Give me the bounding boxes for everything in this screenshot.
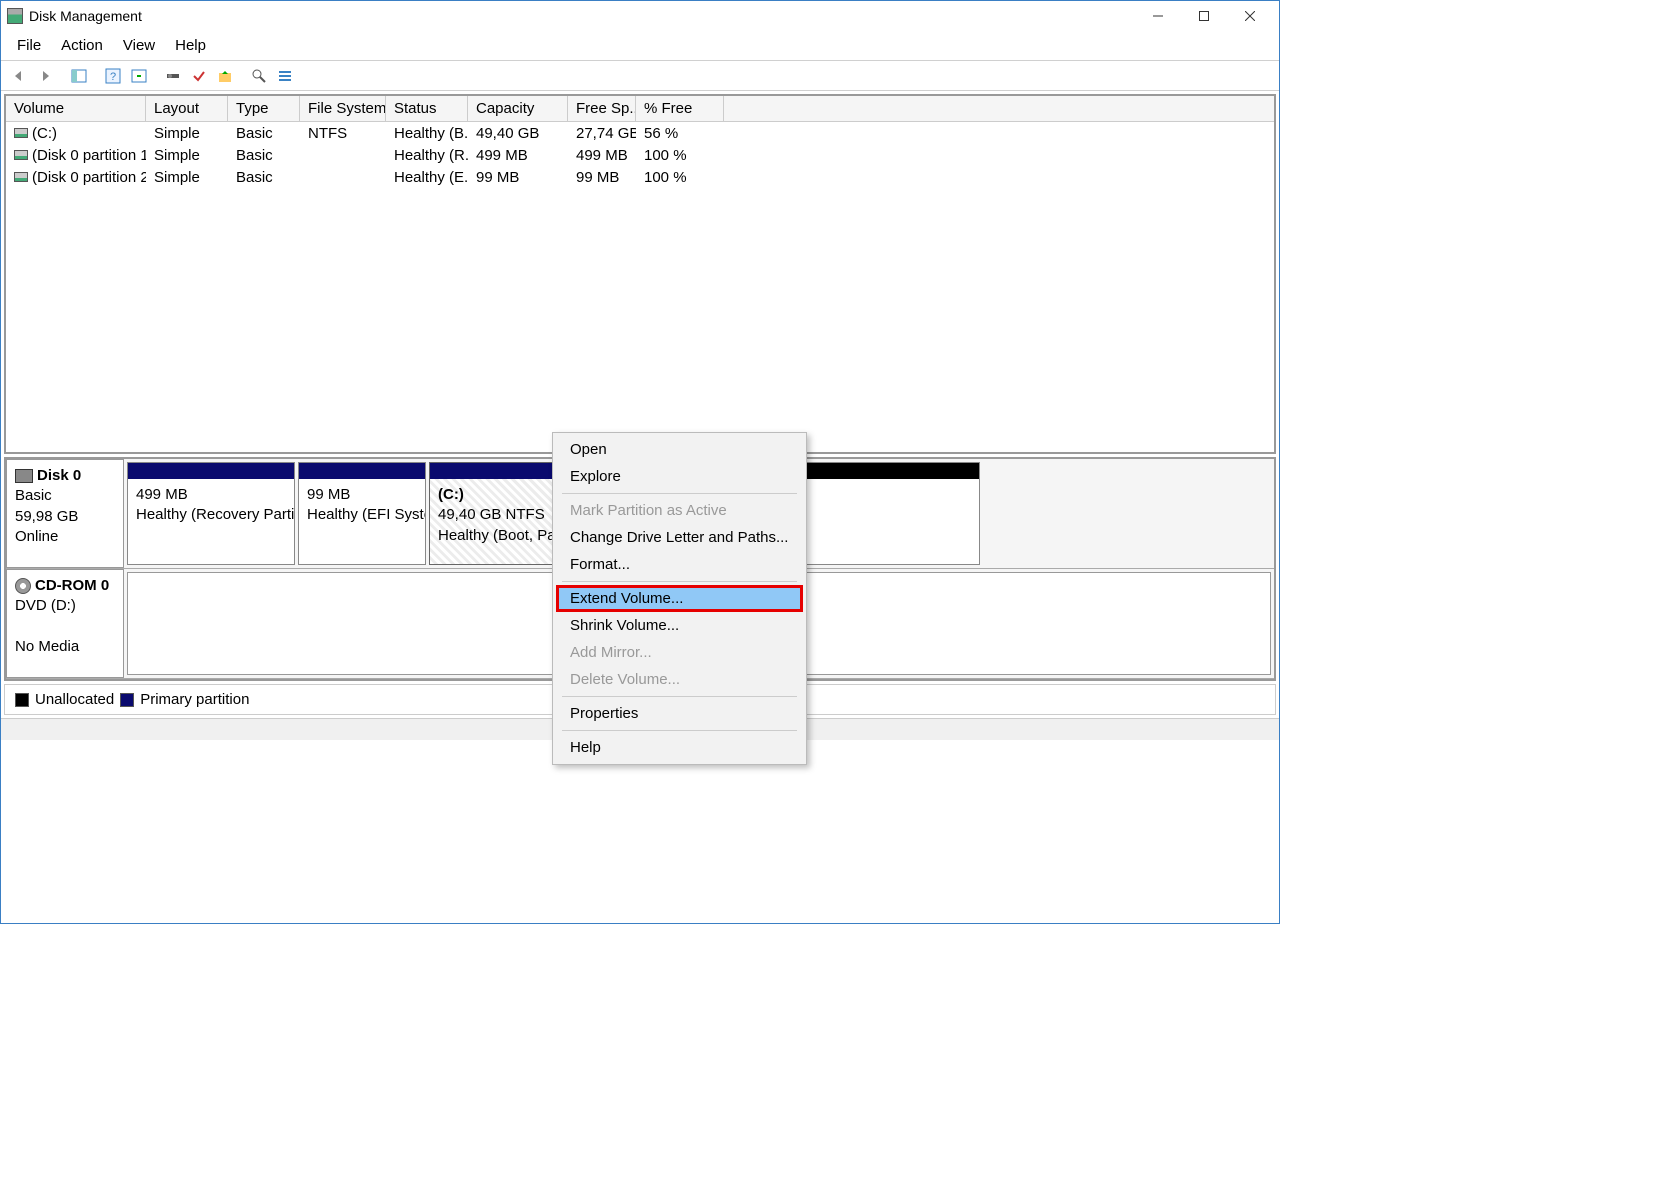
- context-item-shrink-volume[interactable]: Shrink Volume...: [556, 612, 803, 639]
- drive-icon: [14, 172, 28, 182]
- volume-row[interactable]: (Disk 0 partition 2)SimpleBasicHealthy (…: [6, 166, 1274, 188]
- volume-header-row: Volume Layout Type File System Status Ca…: [6, 96, 1274, 122]
- context-item-add-mirror: Add Mirror...: [556, 639, 803, 666]
- col-filesystem[interactable]: File System: [300, 96, 386, 121]
- drive-icon: [14, 128, 28, 138]
- menu-action[interactable]: Action: [53, 35, 111, 56]
- toolbar: ?: [1, 61, 1279, 91]
- context-item-mark-partition-as-active: Mark Partition as Active: [556, 497, 803, 524]
- legend-primary-swatch: [120, 693, 134, 707]
- col-freespace[interactable]: Free Sp...: [568, 96, 636, 121]
- col-volume[interactable]: Volume: [6, 96, 146, 121]
- primary-bar: [128, 463, 294, 479]
- search-icon[interactable]: [247, 65, 271, 87]
- app-icon: [7, 8, 23, 24]
- menu-view[interactable]: View: [115, 35, 163, 56]
- context-separator: [562, 581, 797, 582]
- context-separator: [562, 493, 797, 494]
- context-item-open[interactable]: Open: [556, 436, 803, 463]
- refresh-icon[interactable]: [127, 65, 151, 87]
- primary-bar: [299, 463, 425, 479]
- legend-primary-label: Primary partition: [140, 691, 249, 708]
- forward-icon[interactable]: [33, 65, 57, 87]
- col-type[interactable]: Type: [228, 96, 300, 121]
- context-item-help[interactable]: Help: [556, 734, 803, 761]
- svg-text:?: ?: [110, 71, 116, 83]
- context-separator: [562, 730, 797, 731]
- disk-0-label[interactable]: Disk 0 Basic 59,98 GB Online: [6, 459, 124, 568]
- menu-help[interactable]: Help: [167, 35, 214, 56]
- col-layout[interactable]: Layout: [146, 96, 228, 121]
- cd-icon: [15, 578, 31, 594]
- col-pctfree[interactable]: % Free: [636, 96, 724, 121]
- context-item-delete-volume: Delete Volume...: [556, 666, 803, 693]
- help-icon[interactable]: ?: [101, 65, 125, 87]
- cdrom-0-label[interactable]: CD-ROM 0 DVD (D:) No Media: [6, 569, 124, 678]
- partition-box[interactable]: 499 MBHealthy (Recovery Partition): [127, 462, 295, 565]
- close-button[interactable]: [1227, 2, 1273, 30]
- folder-up-icon[interactable]: [213, 65, 237, 87]
- context-item-extend-volume[interactable]: Extend Volume...: [556, 585, 803, 612]
- volume-list: Volume Layout Type File System Status Ca…: [4, 94, 1276, 454]
- list-icon[interactable]: [273, 65, 297, 87]
- context-item-format[interactable]: Format...: [556, 551, 803, 578]
- panel-icon[interactable]: [67, 65, 91, 87]
- context-item-change-drive-letter-and-paths[interactable]: Change Drive Letter and Paths...: [556, 524, 803, 551]
- context-item-properties[interactable]: Properties: [556, 700, 803, 727]
- context-item-explore[interactable]: Explore: [556, 463, 803, 490]
- context-separator: [562, 696, 797, 697]
- volume-row[interactable]: (Disk 0 partition 1)SimpleBasicHealthy (…: [6, 144, 1274, 166]
- maximize-button[interactable]: [1181, 2, 1227, 30]
- disk-icon: [15, 469, 33, 483]
- menubar: File Action View Help: [1, 31, 1279, 61]
- menu-file[interactable]: File: [9, 35, 49, 56]
- drive-icon: [14, 150, 28, 160]
- window-title: Disk Management: [29, 8, 142, 24]
- context-menu: OpenExplore Mark Partition as ActiveChang…: [552, 432, 807, 765]
- partition-box[interactable]: 99 MBHealthy (EFI System: [298, 462, 426, 565]
- volume-row[interactable]: (C:)SimpleBasicNTFSHealthy (B...49,40 GB…: [6, 122, 1274, 144]
- col-capacity[interactable]: Capacity: [468, 96, 568, 121]
- check-icon[interactable]: [187, 65, 211, 87]
- col-status[interactable]: Status: [386, 96, 468, 121]
- legend-unallocated-swatch: [15, 693, 29, 707]
- titlebar: Disk Management: [1, 1, 1279, 31]
- back-icon[interactable]: [7, 65, 31, 87]
- minimize-button[interactable]: [1135, 2, 1181, 30]
- legend-unallocated-label: Unallocated: [35, 691, 114, 708]
- settings-icon[interactable]: [161, 65, 185, 87]
